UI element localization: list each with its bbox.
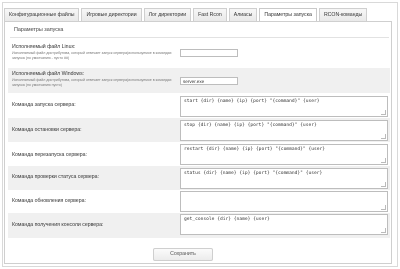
console-cmd-value: get_console {dir} {name} {user} [184, 217, 270, 222]
update-cmd-textarea[interactable] [180, 191, 388, 212]
windows-exec-label: Исполняемый файл Windows: [12, 71, 85, 77]
tab-bar: Конфигурационные файлы Игровые директори… [4, 8, 368, 22]
resize-handle[interactable] [381, 158, 386, 163]
start-cmd-label: Команда запуска сервера: [12, 102, 76, 108]
tab-log-dirs[interactable]: Лог директории [143, 8, 192, 21]
resize-handle[interactable] [381, 182, 386, 187]
row-windows-exec: Исполняемый файл Windows: Исполняемый фа… [8, 68, 390, 93]
save-button[interactable]: Сохранить [153, 248, 213, 261]
start-cmd-value: start {dir} {name} {ip} {port} "{command… [184, 99, 320, 104]
console-cmd-label: Команда получения консоли сервера: [12, 222, 104, 228]
restart-cmd-label: Команда перезапуска сервера: [12, 152, 87, 158]
stop-cmd-label: Команда остановки сервера: [12, 127, 82, 133]
row-status-cmd: Команда проверки статуса сервера: status… [8, 166, 390, 190]
windows-exec-hint: Исполняемый файл дистрибутива, который о… [12, 78, 172, 87]
row-console-cmd: Команда получения консоли сервера: get_c… [8, 213, 390, 238]
resize-handle[interactable] [381, 134, 386, 139]
tab-fast-rcon[interactable]: Fast Rcon [193, 8, 227, 21]
section-title: Параметры запуска [12, 27, 66, 33]
resize-handle[interactable] [381, 110, 386, 115]
linux-exec-label: Исполняемый файл Linux: [12, 44, 76, 50]
tab-rcon-commands[interactable]: RCON-команды [318, 8, 368, 21]
row-update-cmd: Команда обновления сервера: [8, 190, 390, 213]
stop-cmd-textarea[interactable]: stop {dir} {name} {ip} {port} "{command}… [180, 120, 388, 141]
stop-cmd-value: stop {dir} {name} {ip} {port} "{command}… [184, 123, 317, 128]
status-cmd-textarea[interactable]: status {dir} {name} {ip} {port} "{comman… [180, 168, 388, 189]
start-cmd-textarea[interactable]: start {dir} {name} {ip} {port} "{command… [180, 96, 388, 117]
row-stop-cmd: Команда остановки сервера: stop {dir} {n… [8, 118, 390, 142]
linux-exec-hint: Исполняемый файл дистрибутива, который о… [12, 51, 172, 60]
row-linux-exec: Исполняемый файл Linux: Исполняемый файл… [8, 41, 390, 67]
windows-exec-input[interactable] [180, 77, 238, 85]
console-cmd-textarea[interactable]: get_console {dir} {name} {user} [180, 214, 388, 235]
tab-aliases[interactable]: Алиасы [228, 8, 258, 21]
resize-handle[interactable] [381, 205, 386, 210]
status-cmd-label: Команда проверки статуса сервера: [12, 174, 99, 180]
restart-cmd-value: restart {dir} {name} {ip} {port} "{comma… [184, 147, 326, 152]
resize-handle[interactable] [381, 228, 386, 233]
row-restart-cmd: Команда перезапуска сервера: restart {di… [8, 142, 390, 166]
linux-exec-input[interactable] [180, 49, 238, 57]
tab-config-files[interactable]: Конфигурационные файлы [4, 8, 80, 21]
restart-cmd-textarea[interactable]: restart {dir} {name} {ip} {port} "{comma… [180, 144, 388, 165]
fieldset-border [10, 37, 389, 38]
tab-launch-params[interactable]: Параметры запуска [259, 8, 317, 22]
status-cmd-value: status {dir} {name} {ip} {port} "{comman… [184, 171, 323, 176]
tab-game-dirs[interactable]: Игровые директории [81, 8, 142, 21]
row-start-cmd: Команда запуска сервера: start {dir} {na… [8, 94, 390, 118]
update-cmd-label: Команда обновления сервера: [12, 198, 86, 204]
